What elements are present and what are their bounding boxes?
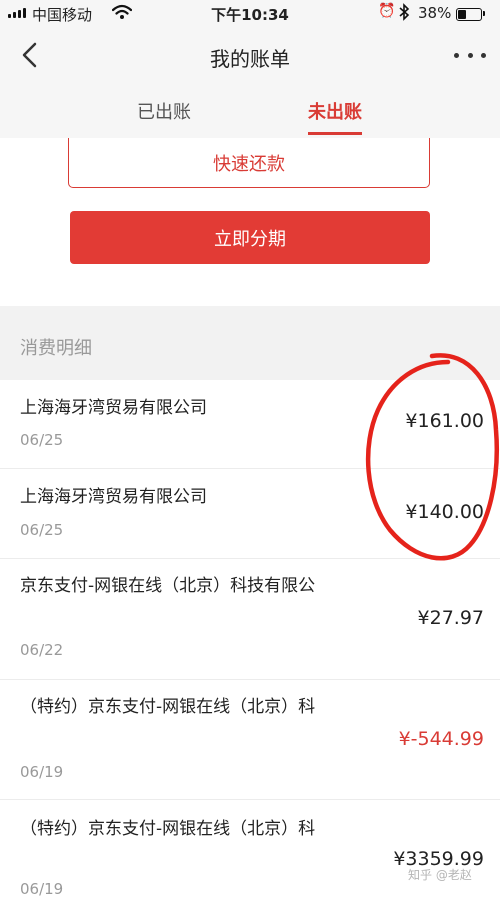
transaction-date: 06/25 xyxy=(20,431,64,449)
battery-fill xyxy=(458,10,466,19)
transaction-date: 06/19 xyxy=(20,880,64,898)
tab-issued[interactable]: 已出账 xyxy=(104,98,224,124)
bluetooth-icon xyxy=(399,3,410,21)
transaction-date: 06/22 xyxy=(20,641,64,659)
nav-bar: 我的账单 xyxy=(0,28,500,84)
transaction-amount: ¥161.00 xyxy=(405,410,484,432)
transaction-amount: ¥27.97 xyxy=(417,607,484,629)
merchant-name: （特约）京东支付-网银在线（北京）科 xyxy=(20,819,316,839)
bill-tabs: 已出账 未出账 xyxy=(0,84,500,139)
battery-tip xyxy=(483,11,485,16)
battery-percent: 38% xyxy=(418,4,452,22)
transaction-amount: ¥-544.99 xyxy=(398,728,484,750)
merchant-name: 上海海牙湾贸易有限公司 xyxy=(20,398,207,418)
transaction-list: 上海海牙湾贸易有限公司 06/25 ¥161.00 上海海牙湾贸易有限公司 06… xyxy=(0,380,500,898)
transaction-date: 06/25 xyxy=(20,521,64,539)
transaction-row[interactable]: 京东支付-网银在线（北京）科技有限公 06/22 ¥27.97 xyxy=(0,559,500,680)
active-tab-indicator xyxy=(308,132,362,135)
alarm-icon: ⏰ xyxy=(378,3,396,19)
installment-button[interactable]: 立即分期 xyxy=(70,211,430,264)
transaction-date: 06/19 xyxy=(20,763,64,781)
tab-unissued[interactable]: 未出账 xyxy=(275,98,395,124)
transaction-row[interactable]: 上海海牙湾贸易有限公司 06/25 ¥161.00 xyxy=(0,380,500,469)
transaction-row[interactable]: （特约）京东支付-网银在线（北京）科 06/19 ¥-544.99 xyxy=(0,680,500,800)
merchant-name: （特约）京东支付-网银在线（北京）科 xyxy=(20,697,316,717)
more-dots-icon[interactable] xyxy=(454,48,486,62)
transaction-row[interactable]: 上海海牙湾贸易有限公司 06/25 ¥140.00 xyxy=(0,469,500,559)
status-bar: 中国移动 下午10:34 ⏰ 38% xyxy=(0,0,500,28)
battery-icon xyxy=(456,8,482,21)
page-title: 我的账单 xyxy=(210,47,290,71)
section-title: 消费明细 xyxy=(20,338,92,359)
section-header: 消费明细 xyxy=(0,306,500,380)
quick-repay-button[interactable]: 快速还款 xyxy=(68,138,430,188)
action-area: 快速还款 立即分期 xyxy=(0,138,500,306)
merchant-name: 京东支付-网银在线（北京）科技有限公 xyxy=(20,576,316,596)
watermark: 知乎 @老赵 xyxy=(408,868,472,882)
transaction-amount: ¥140.00 xyxy=(405,501,484,523)
merchant-name: 上海海牙湾贸易有限公司 xyxy=(20,487,207,507)
